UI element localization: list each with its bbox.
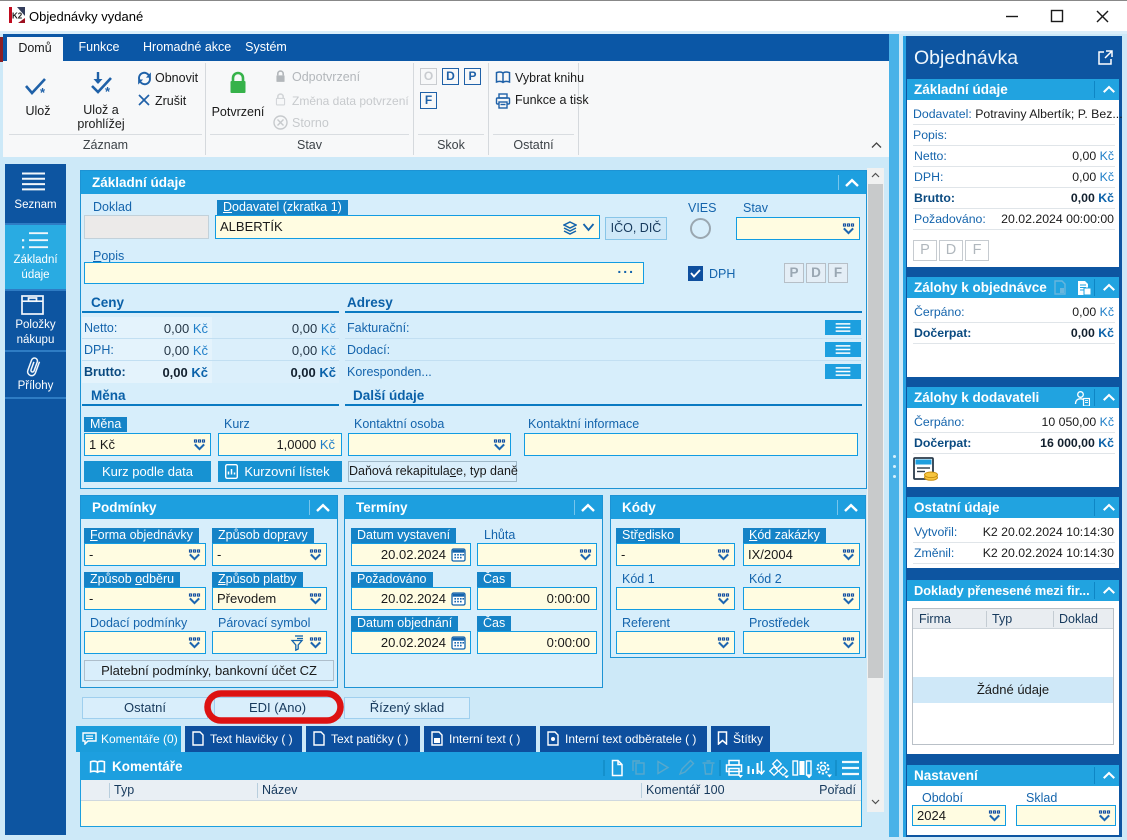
svg-text:K2: K2 xyxy=(12,12,23,21)
svg-text:*: * xyxy=(105,84,111,98)
svg-text:*: * xyxy=(40,85,46,98)
